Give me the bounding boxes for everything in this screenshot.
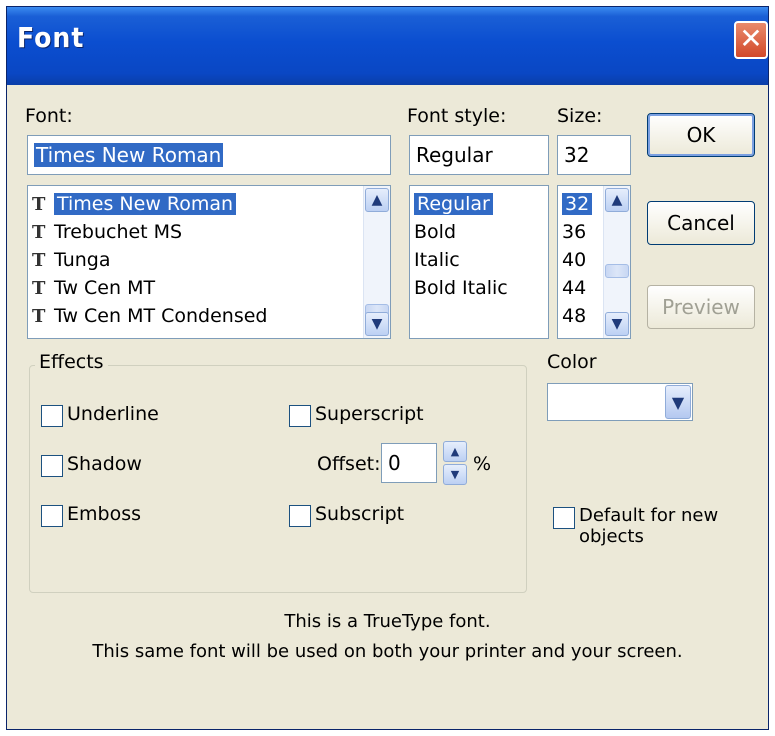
list-item-label: Times New Roman — [54, 193, 237, 215]
list-item-label: Bold — [414, 221, 456, 243]
list-item-label: Regular — [414, 193, 493, 215]
dialog-body: Font: Times New Roman T Times New Roman T T… — [7, 85, 768, 729]
scroll-up-icon[interactable]: ▲ — [605, 188, 629, 212]
font-style-input[interactable]: Regular — [409, 135, 549, 175]
list-item[interactable]: Bold — [410, 218, 548, 246]
subscript-label[interactable]: Subscript — [315, 503, 404, 525]
scroll-up-icon[interactable]: ▲ — [365, 188, 389, 212]
list-item-label: Trebuchet MS — [54, 221, 183, 243]
list-item-label: 32 — [562, 193, 593, 215]
font-dialog: Font ✕ Font: Times New Roman T Times New … — [6, 6, 769, 730]
truetype-icon: T — [32, 306, 46, 327]
scroll-down-icon[interactable]: ▼ — [605, 312, 629, 336]
spin-down-icon[interactable]: ▼ — [443, 464, 467, 485]
list-item-label: Italic — [414, 249, 460, 271]
default-checkbox[interactable] — [553, 507, 575, 529]
scroll-thumb[interactable] — [605, 264, 629, 278]
close-icon[interactable]: ✕ — [734, 21, 768, 59]
list-item[interactable]: Regular — [410, 190, 548, 218]
font-list[interactable]: T Times New Roman T Trebuchet MS T Tunga T Tw C… — [27, 185, 391, 339]
size-label: Size: — [557, 105, 603, 127]
color-label: Color — [547, 351, 597, 373]
font-input-value: Times New Roman — [34, 143, 224, 167]
font-style-input-value: Regular — [416, 143, 493, 167]
chevron-down-icon[interactable]: ▼ — [665, 385, 691, 419]
list-item[interactable]: T Trebuchet MS — [28, 218, 390, 246]
size-input-value: 32 — [564, 143, 590, 167]
truetype-icon: T — [32, 278, 46, 299]
truetype-icon: T — [32, 250, 46, 271]
list-item-label: 36 — [562, 221, 587, 243]
offset-value: 0 — [388, 451, 401, 475]
list-item-label: 48 — [562, 305, 587, 327]
truetype-icon: T — [32, 194, 46, 215]
size-input[interactable]: 32 — [557, 135, 631, 175]
list-item-label: 40 — [562, 249, 587, 271]
list-item[interactable]: Bold Italic — [410, 274, 548, 302]
font-style-label: Font style: — [407, 105, 507, 127]
list-item-label: Bold Italic — [414, 277, 508, 299]
font-style-list[interactable]: Regular Bold Italic Bold Italic — [409, 185, 549, 339]
list-item-label: Tw Cen MT Condensed — [54, 305, 268, 327]
title-bar[interactable]: Font ✕ — [7, 7, 768, 85]
dialog-title: Font — [17, 21, 85, 54]
offset-input[interactable]: 0 — [381, 443, 437, 483]
superscript-checkbox[interactable] — [289, 405, 311, 427]
superscript-label[interactable]: Superscript — [315, 403, 424, 425]
ok-button[interactable]: OK — [647, 113, 755, 157]
cancel-button[interactable]: Cancel — [647, 201, 755, 245]
truetype-icon: T — [32, 222, 46, 243]
truetype-info: This is a TrueType font. — [284, 611, 491, 632]
list-item-label: Tunga — [54, 249, 111, 271]
size-list-scrollbar[interactable]: ▲ ▼ — [603, 186, 630, 338]
scroll-down-icon[interactable]: ▼ — [365, 312, 389, 336]
underline-checkbox[interactable] — [41, 405, 63, 427]
offset-label: Offset: — [317, 453, 381, 475]
list-item[interactable]: Italic — [410, 246, 548, 274]
list-item[interactable]: T Tunga — [28, 246, 390, 274]
emboss-label[interactable]: Emboss — [67, 503, 141, 525]
emboss-checkbox[interactable] — [41, 505, 63, 527]
spin-up-icon[interactable]: ▲ — [443, 441, 467, 462]
color-dropdown[interactable]: ▼ — [547, 383, 693, 421]
font-label: Font: — [25, 105, 73, 127]
underline-label[interactable]: Underline — [67, 403, 159, 425]
shadow-checkbox[interactable] — [41, 455, 63, 477]
font-list-scrollbar[interactable]: ▲ ▼ — [363, 186, 390, 338]
preview-button[interactable]: Preview — [647, 285, 755, 329]
list-item[interactable]: T Times New Roman — [28, 190, 390, 218]
list-item-label: Tw Cen MT — [54, 277, 156, 299]
offset-unit: % — [473, 453, 492, 475]
printer-info: This same font will be used on both your… — [92, 641, 683, 662]
size-list[interactable]: 32 36 40 44 48 ▲ ▼ — [557, 185, 631, 339]
list-item[interactable]: T Tw Cen MT — [28, 274, 390, 302]
effects-title: Effects — [35, 351, 108, 373]
list-item[interactable]: T Tw Cen MT Condensed — [28, 302, 390, 330]
subscript-checkbox[interactable] — [289, 505, 311, 527]
default-label[interactable]: Default for new objects — [579, 505, 768, 547]
shadow-label[interactable]: Shadow — [67, 453, 142, 475]
list-item-label: 44 — [562, 277, 587, 299]
offset-spinner[interactable]: ▲ ▼ — [443, 441, 467, 485]
font-input[interactable]: Times New Roman — [27, 135, 391, 175]
